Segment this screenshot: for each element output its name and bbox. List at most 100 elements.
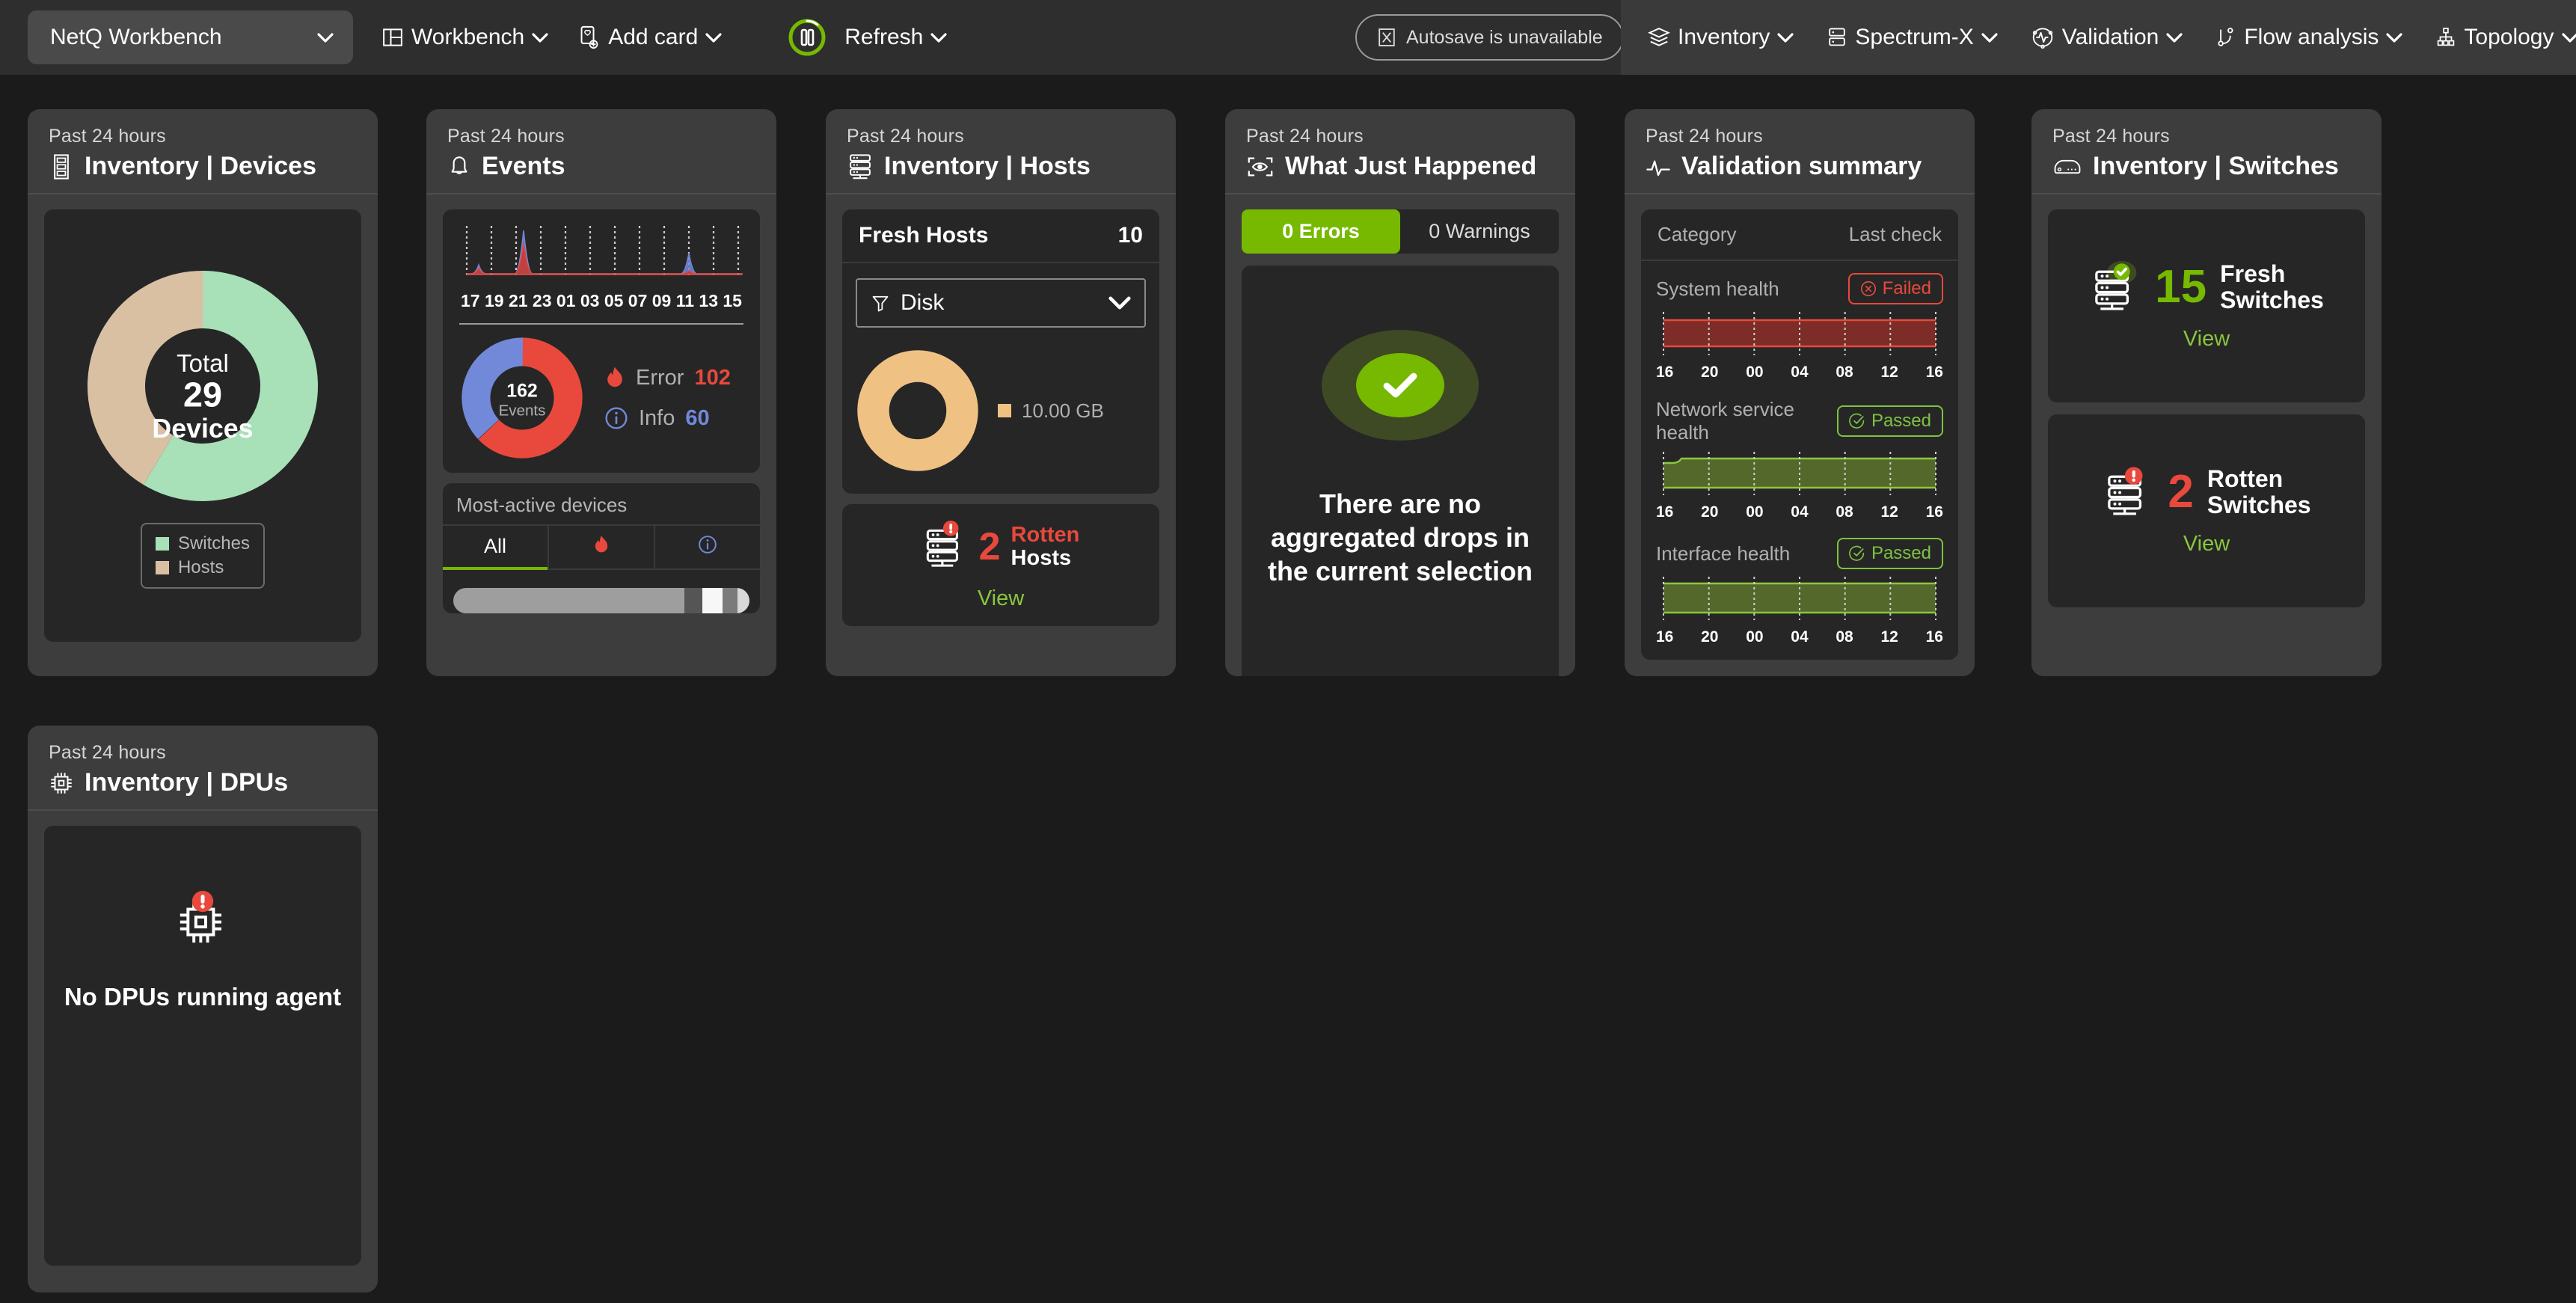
workspace-select[interactable]: NetQ Workbench: [28, 10, 353, 64]
axis-tick: 04: [1791, 503, 1808, 521]
card-title: Inventory | Devices: [49, 152, 357, 181]
card-header: Past 24 hours What Just Happened: [1225, 109, 1575, 193]
axis-tick: 08: [1836, 503, 1853, 521]
most-active-devices-title: Most-active devices: [443, 483, 760, 524]
interface-health-chart: [1656, 574, 1943, 623]
card-body: Category Last check System health Failed: [1625, 194, 1975, 675]
nav-topology[interactable]: Topology: [2435, 25, 2576, 50]
validation-row-network-service-health[interactable]: Network service health Passed: [1641, 386, 1958, 526]
add-card-icon: [578, 25, 601, 49]
svg-text:Devices: Devices: [152, 413, 253, 443]
card-title: Inventory | Switches: [2052, 152, 2361, 181]
card-body: 15 Fresh Switches View: [2031, 194, 2382, 622]
axis-tick: 04: [1791, 364, 1808, 381]
refresh-button[interactable]: Refresh: [786, 16, 947, 58]
bar-segment[interactable]: [737, 588, 749, 613]
axis-tick: 09: [652, 291, 672, 311]
disk-legend-swatch: [998, 404, 1011, 417]
fresh-switches-label-1: Fresh: [2220, 261, 2324, 287]
validation-row-system-health[interactable]: System health Failed: [1641, 261, 1958, 386]
events-stat-error-label: Error: [636, 366, 684, 390]
rotten-hosts-label-2: Hosts: [1011, 547, 1080, 570]
events-stat-info-label: Info: [639, 406, 675, 431]
success-halo: [1322, 330, 1479, 441]
topology-icon: [2435, 26, 2456, 49]
flow-icon: [2215, 26, 2236, 49]
rotten-hosts-panel[interactable]: 2 Rotten Hosts View: [842, 504, 1159, 626]
validation-axis: 16 20 00 04 08 12 16: [1656, 503, 1943, 521]
right-nav: Inventory Spectrum-X: [1621, 0, 2576, 75]
events-stat-error-value: 102: [694, 366, 730, 390]
workspace-select-label: NetQ Workbench: [50, 25, 222, 50]
row-header: System health Failed: [1656, 273, 1943, 304]
col-category: Category: [1657, 223, 1737, 246]
rotten-server-alert-icon: [922, 521, 969, 573]
info-icon: [698, 535, 717, 554]
axis-tick: 12: [1880, 503, 1898, 521]
legend-swatch-hosts: [156, 561, 169, 574]
autosave-status-button[interactable]: Autosave is unavailable: [1355, 14, 1624, 61]
validation-row-interface-health[interactable]: Interface health Passed: [1641, 526, 1958, 660]
card-inventory-switches[interactable]: Past 24 hours Inventory | Switches: [2031, 109, 2382, 676]
nav-flow-analysis[interactable]: Flow analysis: [2215, 25, 2402, 50]
bar-segment[interactable]: [723, 588, 737, 613]
axis-tick: 12: [1880, 364, 1898, 381]
rotten-switches-panel[interactable]: 2 Rotten Switches View: [2048, 414, 2365, 607]
rotten-hosts-row: 2 Rotten Hosts: [842, 521, 1159, 573]
card-body: Fresh Hosts 10 Disk: [826, 194, 1176, 641]
server-icon: [1827, 26, 1847, 49]
dpus-empty-state-panel: No DPUs running agent: [44, 826, 361, 1266]
card-header: Past 24 hours Inventory | DPUs: [28, 726, 378, 809]
disk-usage-row: 10.00 GB: [842, 328, 1159, 494]
top-toolbar: NetQ Workbench Workbench: [0, 0, 2576, 75]
autosave-unavailable-icon: [1376, 26, 1397, 49]
workbench-button[interactable]: Workbench: [381, 25, 548, 50]
rotten-switches-count: 2: [2168, 465, 2193, 518]
rotten-switches-view-link[interactable]: View: [2183, 532, 2230, 557]
server-stack-icon: [847, 153, 874, 181]
axis-tick: 20: [1701, 628, 1718, 646]
fresh-hosts-header: Fresh Hosts 10: [842, 209, 1159, 263]
tab-all[interactable]: All: [443, 526, 548, 568]
fresh-switches-label: Fresh Switches: [2220, 261, 2324, 313]
check-icon: [1379, 369, 1421, 402]
wjh-errors-tab[interactable]: 0 Errors: [1242, 209, 1400, 254]
wjh-segment-control: 0 Errors 0 Warnings: [1242, 209, 1559, 254]
legend-label-switches: Switches: [178, 532, 250, 556]
card-inventory-hosts[interactable]: Past 24 hours Inventory | Hosts: [826, 109, 1176, 676]
fresh-switches-panel[interactable]: 15 Fresh Switches View: [2048, 209, 2365, 402]
axis-tick: 16: [1656, 628, 1673, 646]
most-active-devices-bar[interactable]: [453, 588, 749, 613]
nav-validation[interactable]: Validation: [2031, 25, 2183, 50]
card-what-just-happened[interactable]: Past 24 hours What Just Happened 0 Error…: [1225, 109, 1575, 676]
metric-filter-select[interactable]: Disk: [856, 278, 1146, 328]
system-health-chart: [1656, 309, 1943, 358]
chevron-down-icon: [532, 33, 548, 43]
wjh-empty-state-panel: There are no aggregated drops in the cur…: [1242, 266, 1559, 676]
bar-segment[interactable]: [702, 588, 723, 613]
card-inventory-dpus[interactable]: Past 24 hours Inventory | DPUs: [28, 726, 378, 1293]
bar-segment[interactable]: [453, 588, 684, 613]
axis-tick: 00: [1746, 503, 1763, 521]
info-icon: [604, 406, 628, 430]
nav-flow-analysis-label: Flow analysis: [2244, 25, 2379, 50]
rotten-server-alert-icon: [2102, 466, 2154, 518]
bar-segment[interactable]: [684, 588, 702, 613]
fresh-switches-view-link[interactable]: View: [2183, 327, 2230, 352]
tab-error[interactable]: [548, 526, 654, 568]
tab-info[interactable]: [654, 526, 760, 568]
nav-inventory[interactable]: Inventory: [1648, 25, 1794, 50]
rotten-hosts-view-link[interactable]: View: [842, 586, 1159, 611]
nav-spectrum-x[interactable]: Spectrum-X: [1827, 25, 1997, 50]
check-circle-icon: [1356, 353, 1444, 417]
autosave-label: Autosave is unavailable: [1406, 27, 1603, 49]
card-validation-summary[interactable]: Past 24 hours Validation summary Categor…: [1625, 109, 1975, 676]
card-events[interactable]: Past 24 hours Events: [426, 109, 776, 676]
card-inventory-devices[interactable]: Past 24 hours Inventory | Devices Total: [28, 109, 378, 676]
axis-tick: 08: [1836, 364, 1853, 381]
legend-item: Hosts: [156, 556, 250, 580]
status-badge-label: Passed: [1871, 543, 1931, 564]
wjh-warnings-tab[interactable]: 0 Warnings: [1400, 209, 1559, 254]
add-card-button[interactable]: Add card: [578, 25, 722, 50]
flame-icon: [604, 366, 625, 391]
